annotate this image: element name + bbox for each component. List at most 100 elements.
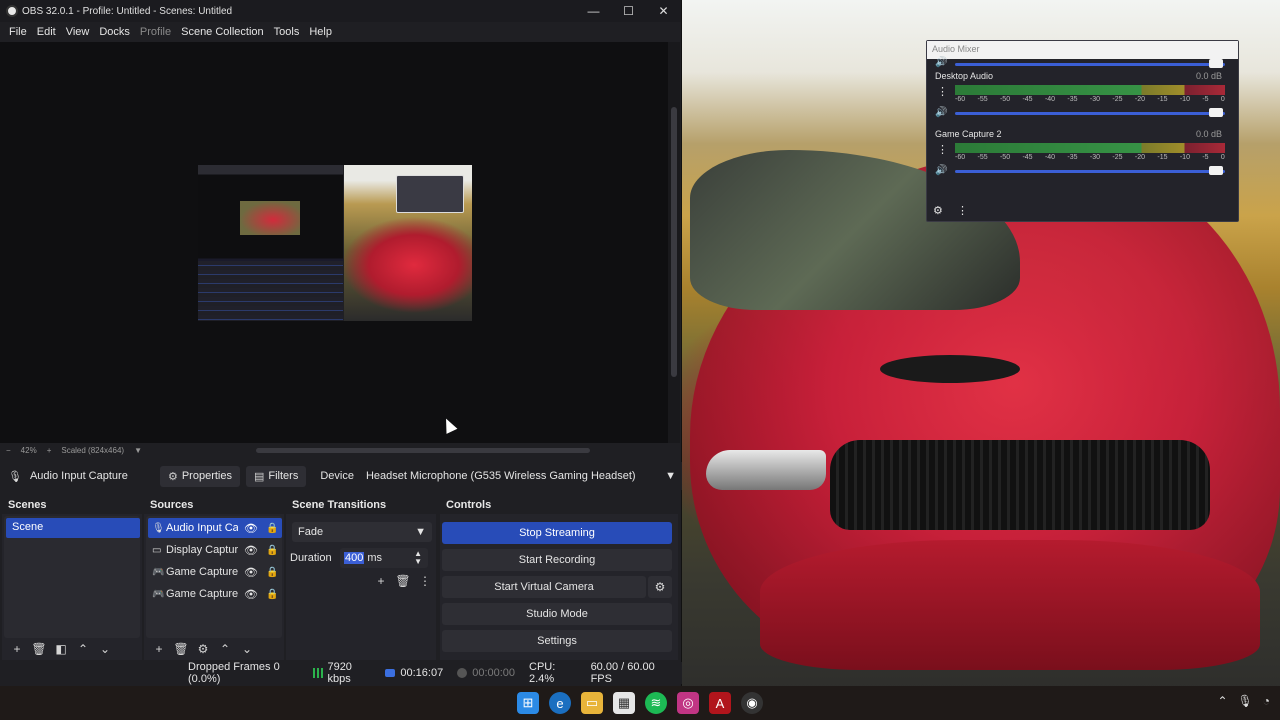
add-source-icon[interactable]: + [148, 642, 170, 656]
channel-menu-icon[interactable]: ⋮ [937, 85, 948, 98]
scenes-dock: Scenes Scene + 🗑 ◧ ⌃ ⌄ [2, 498, 142, 660]
menu-tools[interactable]: Tools [269, 26, 305, 38]
mixer-channel-desktop-audio: Desktop Audio 0.0 dB ⋮ -60 -55 -50 -45 -40 -3… [927, 67, 1238, 125]
volume-slider-knob[interactable] [1209, 108, 1223, 117]
tick-label: 0 [1220, 154, 1225, 161]
transition-select[interactable]: Fade ▼ [292, 522, 432, 542]
stop-streaming-button[interactable]: Stop Streaming [442, 522, 672, 544]
move-up-icon[interactable]: ⌃ [72, 642, 94, 656]
channel-menu-icon[interactable]: ⋮ [937, 143, 948, 156]
transition-menu-icon[interactable]: ⋮ [414, 574, 436, 588]
zoom-out-button[interactable]: − [6, 446, 11, 455]
add-scene-icon[interactable]: + [6, 642, 28, 656]
volume-slider[interactable] [955, 170, 1225, 173]
advanced-audio-gear-icon[interactable]: ⚙ [933, 204, 957, 217]
menu-edit[interactable]: Edit [32, 26, 61, 38]
device-select[interactable]: Headset Microphone (G535 Wireless Gaming… [362, 466, 680, 486]
tray-network-icon[interactable]: ◔ [1263, 694, 1270, 708]
sources-dock: Sources 🎙 Audio Input Cap 👁 🔒 ▭ Display … [144, 498, 284, 660]
lock-icon[interactable]: 🔒 [266, 589, 278, 600]
tick-label: -45 [1022, 154, 1033, 161]
calendar-app-icon[interactable]: ▦ [613, 692, 635, 714]
file-explorer-icon[interactable]: ▭ [581, 692, 603, 714]
volume-slider-knob[interactable] [1209, 166, 1223, 175]
move-up-icon[interactable]: ⌃ [214, 642, 236, 656]
speaker-icon[interactable]: 🔊 [935, 107, 947, 118]
speaker-icon[interactable]: 🔊 [935, 165, 947, 176]
menu-scene-collection[interactable]: Scene Collection [176, 26, 269, 38]
remove-source-icon[interactable]: 🗑 [170, 642, 192, 656]
tray-microphone-icon[interactable]: 🎙 [1238, 694, 1253, 708]
tick-label: -40 [1044, 154, 1056, 161]
eye-icon[interactable]: 👁 [244, 588, 258, 601]
filters-button[interactable]: ▤ Filters [245, 465, 307, 487]
menu-file[interactable]: File [4, 26, 32, 38]
preview-horizontal-scrollbar[interactable] [256, 448, 590, 453]
settings-button[interactable]: Settings [442, 630, 672, 652]
move-down-icon[interactable]: ⌄ [236, 642, 258, 656]
source-properties-icon[interactable]: ⚙ [192, 642, 214, 656]
volume-slider[interactable] [955, 112, 1225, 115]
menu-docks[interactable]: Docks [94, 26, 135, 38]
eye-icon[interactable]: 👁 [244, 544, 258, 557]
tick-label: -25 [1112, 154, 1123, 161]
tick-label: -55 [977, 154, 988, 161]
tick-label: -60 [955, 154, 966, 161]
duration-input[interactable]: 400 ms ▲ ▼ [340, 548, 428, 568]
maximize-button[interactable]: ☐ [611, 4, 646, 18]
source-row[interactable]: 🎙 Audio Input Cap 👁 🔒 [148, 518, 282, 538]
obs-taskbar-icon[interactable]: ◉ [741, 692, 763, 714]
title-bar[interactable]: OBS 32.0.1 - Profile: Untitled - Scenes:… [0, 0, 681, 22]
scrollbar-thumb[interactable] [671, 107, 677, 377]
tray-chevron-up-icon[interactable]: ⌃ [1217, 694, 1227, 708]
minimize-button[interactable]: — [576, 4, 611, 18]
lock-icon[interactable]: 🔒 [266, 545, 278, 556]
audio-mixer-title[interactable]: Audio Mixer [927, 41, 1238, 59]
duration-spinner[interactable]: ▲ ▼ [414, 550, 428, 566]
scenes-title: Scenes [2, 498, 142, 514]
remove-scene-icon[interactable]: 🗑 [28, 642, 50, 656]
monitor-icon: ▭ [152, 544, 162, 556]
windows-start-icon[interactable]: ⊞ [517, 692, 539, 714]
mixer-toolbar: ⚙ ⋮ [933, 204, 981, 217]
scenes-list: Scene [4, 516, 140, 638]
studio-mode-button[interactable]: Studio Mode [442, 603, 672, 625]
preview-vertical-scrollbar[interactable] [668, 42, 680, 443]
zoom-in-button[interactable]: + [47, 446, 52, 455]
source-row[interactable]: 🎮 Game Capture 👁 🔒 [148, 584, 282, 604]
eye-icon[interactable]: 👁 [244, 566, 258, 579]
source-row[interactable]: ▭ Display Capture 👁 🔒 [148, 540, 282, 560]
wallpaper-car-bumper [760, 540, 1260, 670]
tick-label: -5 [1202, 96, 1209, 103]
menu-help[interactable]: Help [304, 26, 337, 38]
lock-icon[interactable]: 🔒 [266, 567, 278, 578]
remove-transition-icon[interactable]: 🗑 [392, 574, 414, 588]
volume-slider[interactable] [955, 63, 1225, 66]
tick-label: -10 [1179, 96, 1190, 103]
start-virtual-camera-button[interactable]: Start Virtual Camera [442, 576, 646, 598]
menu-view[interactable]: View [61, 26, 95, 38]
move-down-icon[interactable]: ⌄ [94, 642, 116, 656]
chevron-down-icon[interactable]: ▼ [414, 558, 422, 566]
mixer-menu-icon[interactable]: ⋮ [957, 204, 981, 217]
instagram-icon[interactable]: ◎ [677, 692, 699, 714]
properties-button[interactable]: ⚙ Properties [159, 465, 240, 487]
zoom-dropdown-icon[interactable]: ▼ [134, 446, 142, 455]
virtual-camera-settings-icon[interactable]: ⚙ [648, 576, 672, 598]
spotify-icon[interactable]: ≋ [645, 692, 667, 714]
tick-label: -10 [1179, 154, 1190, 161]
streaming-icon [385, 669, 396, 677]
start-recording-button[interactable]: Start Recording [442, 549, 672, 571]
close-button[interactable]: ✕ [646, 4, 681, 18]
eye-icon[interactable]: 👁 [244, 522, 258, 535]
scene-item[interactable]: Scene [6, 518, 140, 538]
controls-title: Controls [440, 498, 678, 514]
acrobat-icon[interactable]: A [709, 692, 731, 714]
menu-profile[interactable]: Profile [135, 26, 176, 38]
edge-browser-icon[interactable]: e [549, 692, 571, 714]
source-row[interactable]: 🎮 Game Capture 2 👁 🔒 [148, 562, 282, 582]
scene-filters-icon[interactable]: ◧ [50, 642, 72, 656]
preview-nested-mixer [396, 175, 464, 213]
add-transition-icon[interactable]: + [370, 574, 392, 588]
lock-icon[interactable]: 🔒 [266, 523, 278, 534]
